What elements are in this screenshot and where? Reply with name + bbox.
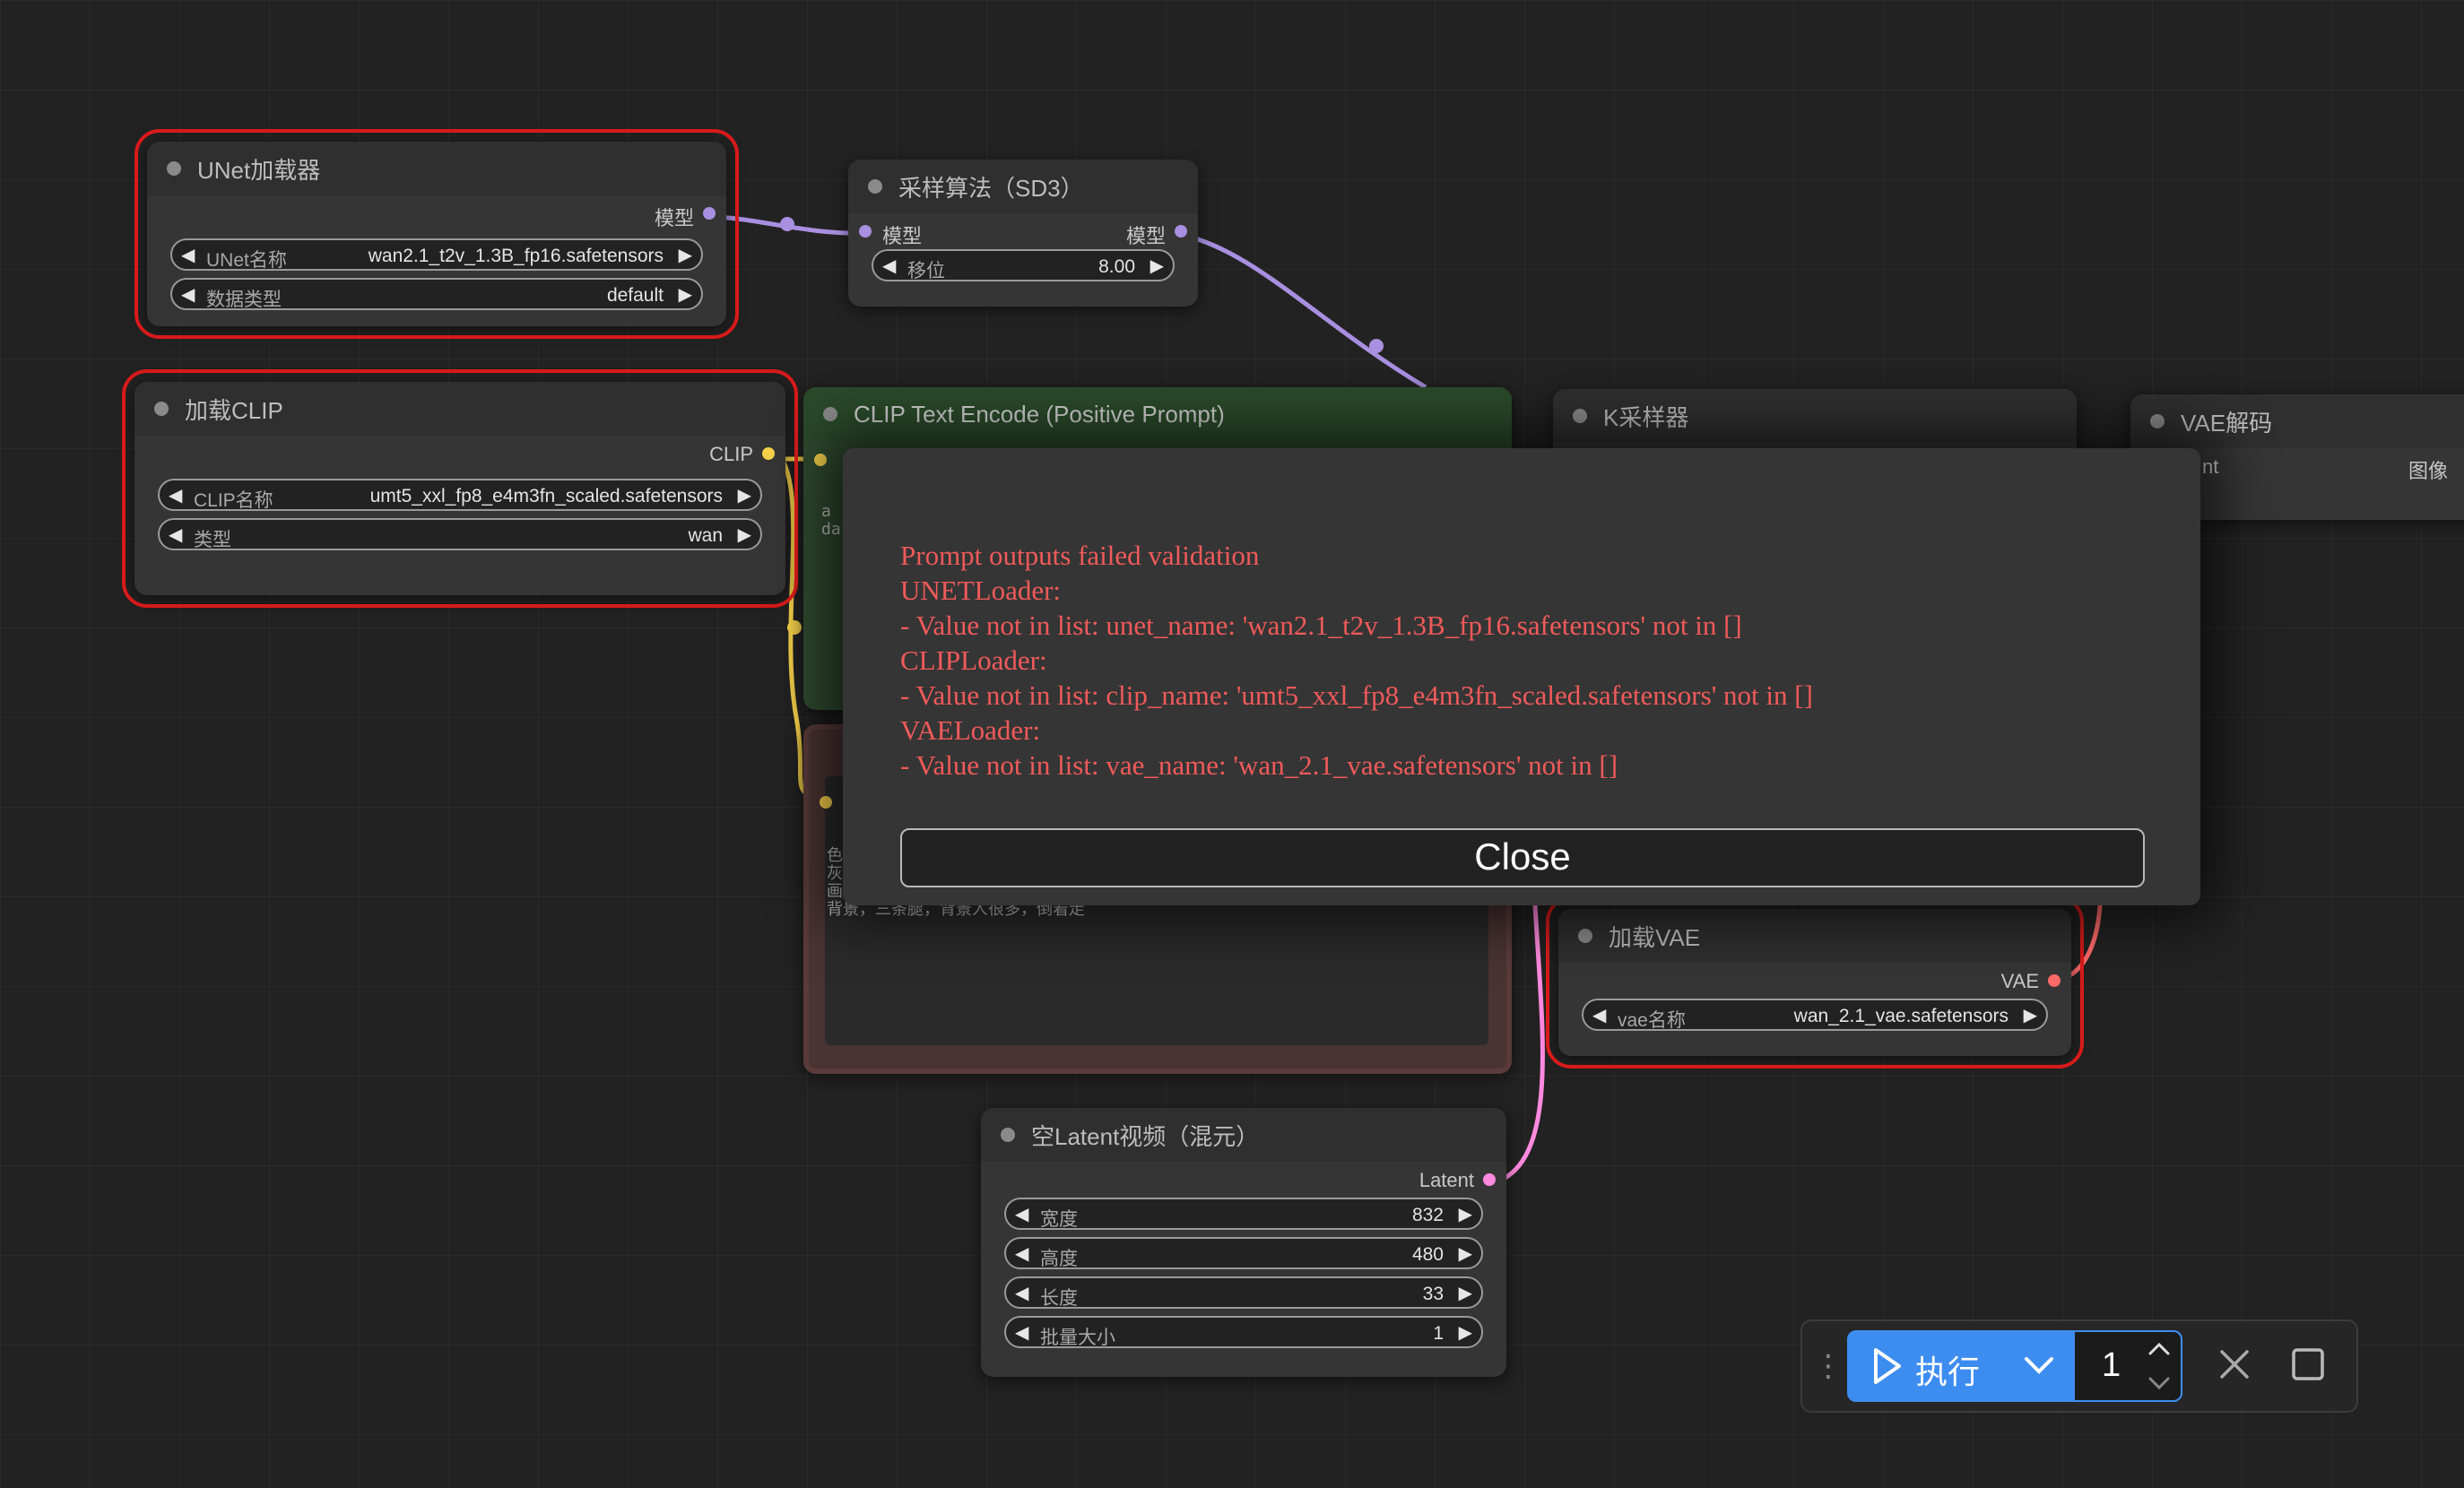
batch-count-input[interactable]: 1 — [2073, 1330, 2182, 1402]
sampling-output-label: 模型 — [1125, 225, 1166, 247]
sampling-model-input-dot[interactable] — [859, 225, 872, 238]
run-label: 执行 — [1915, 1354, 1981, 1390]
clip-output-dot[interactable] — [762, 447, 775, 460]
shift-number[interactable]: ◀ 移位 8.00 ▶ — [872, 249, 1175, 281]
node-title: VAE解码 — [2181, 409, 2273, 437]
batch-count-value: 1 — [2102, 1346, 2121, 1384]
wire-model-sampling-to-ksampler — [1181, 232, 1427, 390]
wire-reroute-dot — [787, 620, 802, 635]
vae-decode-output-label: 图像 — [2408, 460, 2449, 482]
node-title: 采样算法（SD3） — [898, 174, 1084, 202]
node-empty-latent-video[interactable]: 空Latent视频（混元） Latent ◀ 宽度 832 ▶ ◀ 高度 480… — [981, 1108, 1506, 1377]
node-status-dot — [868, 179, 882, 194]
wire-reroute-dot — [780, 217, 794, 231]
arrow-right-icon[interactable]: ▶ — [679, 244, 692, 266]
clip-output-label: CLIP — [709, 443, 753, 465]
sampling-input-label: 模型 — [882, 225, 923, 247]
node-title: 空Latent视频（混元） — [1031, 1122, 1260, 1150]
wire-reroute-dot — [1369, 339, 1384, 353]
batch-size-number[interactable]: ◀ 批量大小 1 ▶ — [1004, 1316, 1483, 1348]
width-number[interactable]: ◀ 宽度 832 ▶ — [1004, 1198, 1483, 1230]
vae-output-dot[interactable] — [2048, 974, 2061, 987]
arrow-left-icon[interactable]: ◀ — [1592, 1004, 1606, 1026]
node-status-dot — [1001, 1128, 1015, 1142]
run-button[interactable]: 执行 — [1847, 1330, 2073, 1402]
arrow-left-icon[interactable]: ◀ — [169, 484, 182, 506]
validation-error-dialog: Prompt outputs failed validation UNETLoa… — [843, 448, 2200, 905]
arrow-right-icon[interactable]: ▶ — [1459, 1203, 1472, 1225]
arrow-left-icon[interactable]: ◀ — [169, 523, 182, 546]
close-icon[interactable] — [2217, 1346, 2252, 1382]
error-message: Prompt outputs failed validation UNETLoa… — [900, 540, 1813, 781]
node-unet-loader[interactable]: UNet加载器 模型 ◀ UNet名称 wan2.1_t2v_1.3B_fp16… — [134, 129, 739, 339]
latent-output-dot[interactable] — [1483, 1173, 1496, 1186]
chevron-up-icon[interactable] — [2147, 1339, 2172, 1361]
unet-model-output-dot[interactable] — [703, 207, 716, 220]
weight-dtype-combo[interactable]: ◀ 数据类型 default ▶ — [170, 278, 703, 310]
play-icon — [1874, 1348, 1901, 1384]
arrow-right-icon[interactable]: ▶ — [1459, 1321, 1472, 1344]
arrow-right-icon[interactable]: ▶ — [1150, 255, 1164, 277]
height-number[interactable]: ◀ 高度 480 ▶ — [1004, 1237, 1483, 1269]
arrow-left-icon[interactable]: ◀ — [1015, 1321, 1028, 1344]
unet-output-label: 模型 — [654, 207, 694, 229]
wire-model-unet-to-sampling — [709, 214, 865, 236]
node-vae-loader[interactable]: 加载VAE VAE ◀ vae名称 wan_2.1_vae.safetensor… — [1546, 896, 2084, 1068]
close-button[interactable]: Close — [900, 828, 2145, 887]
node-title: UNet加载器 — [197, 156, 321, 184]
sampling-model-output-dot[interactable] — [1175, 225, 1187, 238]
arrow-right-icon[interactable]: ▶ — [1459, 1242, 1472, 1265]
length-number[interactable]: ◀ 长度 33 ▶ — [1004, 1276, 1483, 1309]
clip-type-combo[interactable]: ◀ 类型 wan ▶ — [158, 518, 762, 550]
vae-name-combo[interactable]: ◀ vae名称 wan_2.1_vae.safetensors ▶ — [1582, 999, 2048, 1031]
node-model-sampling-sd3[interactable]: 采样算法（SD3） 模型 模型 ◀ 移位 8.00 ▶ — [848, 160, 1198, 307]
node-title: 加载VAE — [1609, 923, 1701, 951]
arrow-right-icon[interactable]: ▶ — [2024, 1004, 2037, 1026]
arrow-right-icon[interactable]: ▶ — [1459, 1282, 1472, 1304]
arrow-left-icon[interactable]: ◀ — [1015, 1282, 1028, 1304]
chevron-down-icon[interactable] — [2021, 1352, 2057, 1380]
vae-output-label: VAE — [2000, 970, 2039, 992]
node-status-dot — [154, 402, 169, 416]
negative-clip-input-dot[interactable] — [820, 796, 832, 809]
node-status-dot — [823, 407, 837, 421]
arrow-left-icon[interactable]: ◀ — [882, 255, 896, 277]
vae-decode-input-label: nt — [2202, 455, 2219, 478]
node-title: K采样器 — [1603, 403, 1689, 431]
node-status-dot — [167, 161, 181, 176]
latent-output-label: Latent — [1419, 1169, 1474, 1191]
positive-text-a: a — [821, 502, 831, 521]
node-clip-loader[interactable]: 加载CLIP CLIP ◀ CLIP名称 umt5_xxl_fp8_e4m3fn… — [122, 369, 798, 608]
positive-text-b: da — [821, 520, 841, 539]
node-title: 加载CLIP — [185, 396, 283, 424]
node-status-dot — [2150, 414, 2165, 428]
arrow-left-icon[interactable]: ◀ — [1015, 1203, 1028, 1225]
arrow-left-icon[interactable]: ◀ — [1015, 1242, 1028, 1265]
run-toolbar: ⋮⋮ 执行 1 — [1800, 1319, 2358, 1413]
arrow-left-icon[interactable]: ◀ — [181, 244, 195, 266]
unet-name-combo[interactable]: ◀ UNet名称 wan2.1_t2v_1.3B_fp16.safetensor… — [170, 238, 703, 271]
clip-name-combo[interactable]: ◀ CLIP名称 umt5_xxl_fp8_e4m3fn_scaled.safe… — [158, 479, 762, 511]
arrow-left-icon[interactable]: ◀ — [181, 283, 195, 306]
stop-square-icon[interactable] — [2290, 1346, 2326, 1382]
arrow-right-icon[interactable]: ▶ — [738, 484, 751, 506]
arrow-right-icon[interactable]: ▶ — [738, 523, 751, 546]
node-status-dot — [1573, 409, 1587, 423]
positive-clip-input-dot[interactable] — [814, 454, 827, 466]
arrow-right-icon[interactable]: ▶ — [679, 283, 692, 306]
node-status-dot — [1578, 929, 1592, 943]
chevron-down-icon[interactable] — [2147, 1371, 2172, 1393]
node-title: CLIP Text Encode (Positive Prompt) — [854, 400, 1225, 428]
